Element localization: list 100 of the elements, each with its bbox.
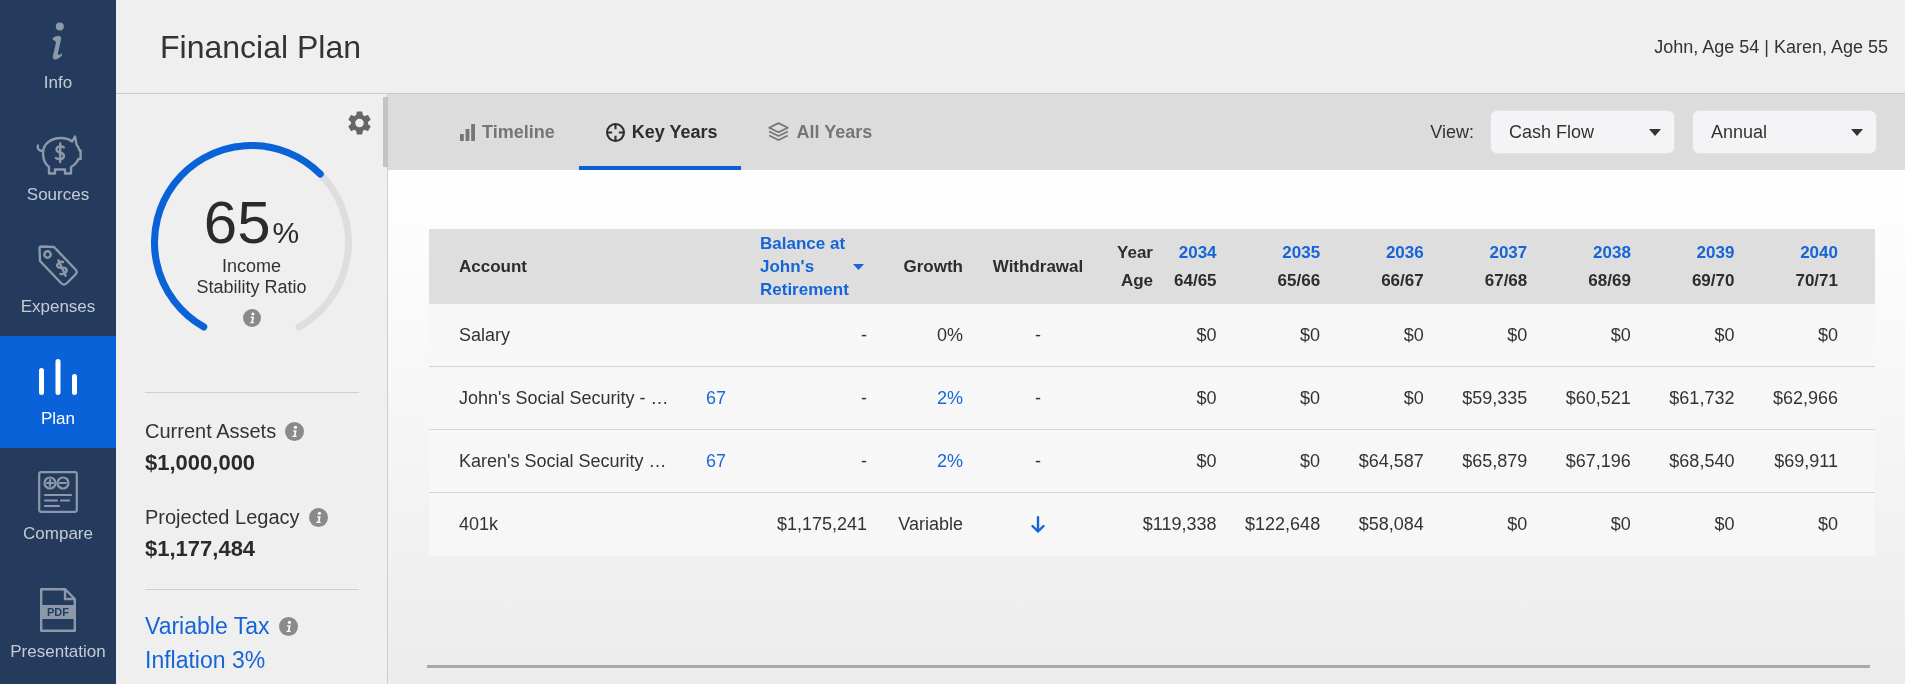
nav-item[interactable]: PDF Presentation (0, 566, 116, 684)
ages-header: 67/68 (1484, 269, 1528, 292)
nav-item[interactable]: Expenses (0, 224, 116, 336)
account-cell-text: Karen's Social Security … (459, 450, 668, 472)
year-label: Year (1117, 241, 1153, 264)
document-icon (40, 588, 76, 632)
scrollbar-thumb[interactable] (383, 97, 388, 167)
view-dropdown[interactable]: Annual (1692, 110, 1877, 154)
page-title: Financial Plan (160, 27, 361, 66)
table-cell: $0 (1196, 387, 1217, 409)
price-tag-icon (37, 243, 79, 287)
nav-item[interactable]: Info (0, 0, 116, 112)
table-cell: $119,338 (1142, 514, 1217, 535)
tax-setting-link[interactable]: Variable Tax (145, 612, 270, 640)
table-cell: Variable (898, 514, 963, 535)
tab[interactable]: Timeline (433, 94, 579, 170)
table-cell: $0 (1817, 324, 1838, 346)
growth-link[interactable]: 2% (937, 387, 963, 409)
column-header[interactable]: Balance at John's Retirement (740, 232, 864, 301)
year-header[interactable]: 2040 (1800, 238, 1838, 267)
table-cell: $0 (1403, 387, 1424, 409)
info-icon[interactable] (242, 309, 261, 327)
ages-header: 68/69 (1588, 269, 1631, 292)
table-cell: $67,196 (1565, 450, 1631, 472)
bar-chart-icon (39, 359, 77, 395)
table-cell: $0 (1300, 324, 1321, 346)
gauge-label: Income Stability Ratio (195, 256, 308, 298)
table-cell: $0 (1507, 514, 1528, 535)
account-cell-text: 401k (459, 514, 500, 535)
column-header: Account (459, 256, 527, 277)
ages-header: 65/66 (1277, 269, 1321, 292)
stat-label: Current Assets (145, 419, 277, 444)
table-cell: $0 (1714, 514, 1735, 535)
info-icon[interactable] (279, 616, 299, 636)
table-cell: 0% (937, 324, 963, 346)
table-cell: $0 (1300, 450, 1321, 472)
ages-header: 66/67 (1381, 269, 1424, 292)
table-cell: - (861, 324, 867, 346)
claim-age-link[interactable]: 67 (706, 450, 727, 471)
caret-icon (1649, 128, 1661, 136)
table-cell: - (1035, 450, 1041, 472)
ages-header: 70/71 (1795, 269, 1838, 292)
info-icon (49, 21, 67, 61)
table-cell: $59,335 (1462, 387, 1528, 409)
claim-age-link[interactable]: 67 (706, 387, 727, 408)
info-icon[interactable] (308, 508, 328, 527)
table-cell: $65,879 (1462, 450, 1528, 472)
table-cell: $0 (1714, 324, 1735, 346)
settings-icon[interactable] (348, 111, 371, 135)
stat-value: $1,177,484 (145, 535, 257, 562)
gauge-percentage: 65% (203, 193, 300, 253)
table-cell: - (861, 450, 867, 472)
stat-value: $1,000,000 (145, 449, 257, 476)
column-header: Withdrawal (992, 256, 1084, 277)
table-cell: - (861, 387, 867, 409)
year-header[interactable]: 2034 (1178, 238, 1217, 267)
client-names: John, Age 54 | Karen, Age 55 (1654, 35, 1888, 58)
table-cell: $0 (1196, 324, 1217, 346)
table-cell: $68,540 (1669, 450, 1735, 472)
crosshair-icon (605, 122, 625, 142)
account-cell-text: Salary (459, 324, 512, 346)
year-header[interactable]: 2036 (1385, 238, 1424, 267)
table-cell: - (1035, 324, 1041, 346)
view-label: View: (1430, 121, 1474, 143)
info-icon[interactable] (285, 422, 305, 441)
table-cell: $0 (1196, 450, 1217, 472)
bar-chart-icon (460, 123, 475, 141)
year-header[interactable]: 2035 (1282, 238, 1321, 267)
age-label: Age (1120, 269, 1153, 292)
ages-header: 64/65 (1174, 269, 1217, 292)
nav-item[interactable]: Sources (0, 112, 116, 224)
view-dropdown[interactable]: Cash Flow (1490, 110, 1675, 154)
down-arrow-icon[interactable] (1031, 516, 1045, 533)
year-header[interactable]: 2039 (1696, 238, 1735, 267)
table-cell: $58,084 (1358, 514, 1424, 535)
tab[interactable]: All Years (741, 94, 897, 170)
file-type-label: PDF (46, 605, 70, 619)
column-header: Growth (903, 256, 963, 277)
table-cell: $0 (1403, 324, 1424, 346)
table-cell: $61,732 (1669, 387, 1735, 409)
ages-header: 69/70 (1691, 269, 1735, 292)
sort-caret-icon (853, 263, 864, 270)
table-cell: $62,966 (1772, 387, 1838, 409)
table-cell: - (1035, 387, 1041, 409)
year-header[interactable]: 2038 (1593, 238, 1631, 267)
table-cell: $64,587 (1358, 450, 1424, 472)
nav-item[interactable]: Compare (0, 448, 116, 566)
table-cell: $69,911 (1774, 450, 1838, 472)
year-header[interactable]: 2037 (1489, 238, 1528, 267)
stat-label: Projected Legacy (145, 505, 300, 530)
table-cell: $0 (1610, 324, 1631, 346)
growth-link[interactable]: 2% (937, 450, 963, 472)
nav-item[interactable]: Plan (0, 336, 116, 448)
table-cell: $122,648 (1245, 514, 1321, 535)
inflation-setting-link[interactable]: Inflation 3% (145, 646, 266, 674)
caret-icon (1851, 128, 1863, 136)
table-cell: $60,521 (1565, 387, 1631, 409)
layers-icon (768, 122, 790, 142)
table-cell: $1,175,241 (776, 514, 867, 535)
table-cell: $0 (1300, 387, 1321, 409)
